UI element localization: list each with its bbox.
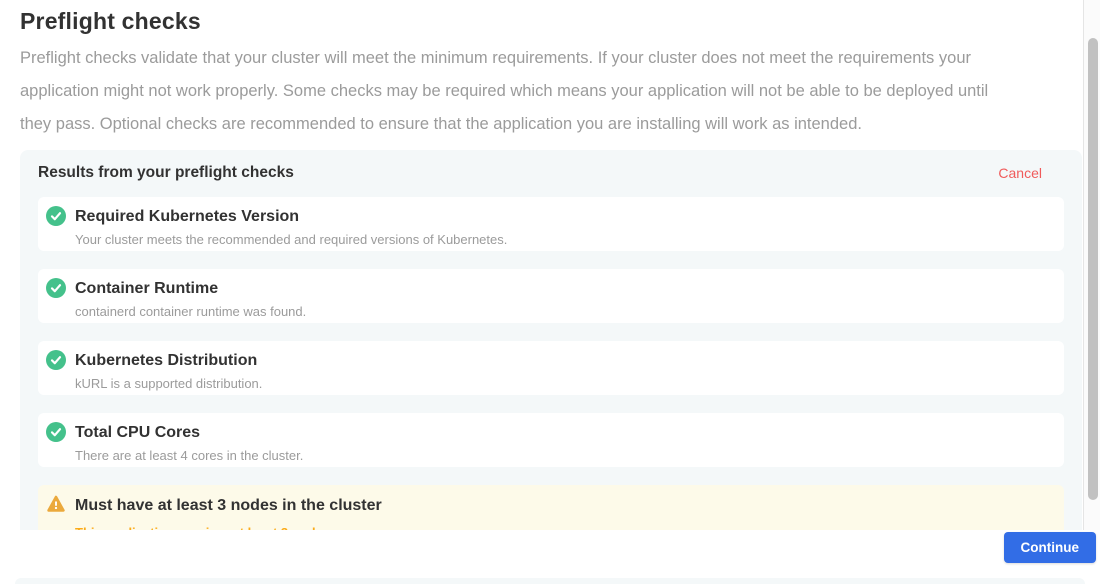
- description-line: Preflight checks validate that your clus…: [20, 42, 1082, 75]
- footer-bar: Continue: [0, 530, 1100, 584]
- warning-triangle-icon: [46, 494, 66, 514]
- check-card: Kubernetes Distribution kURL is a suppor…: [38, 341, 1064, 395]
- page-description: Preflight checks validate that your clus…: [20, 42, 1082, 141]
- preflight-page: Preflight checks Preflight checks valida…: [0, 8, 1082, 530]
- page-title: Preflight checks: [20, 8, 1082, 35]
- check-title: Kubernetes Distribution: [75, 351, 1052, 371]
- check-card: Required Kubernetes Version Your cluster…: [38, 197, 1064, 251]
- check-card: Total CPU Cores There are at least 4 cor…: [38, 413, 1064, 467]
- check-list: Required Kubernetes Version Your cluster…: [38, 197, 1064, 530]
- check-title: Required Kubernetes Version: [75, 207, 1052, 227]
- check-circle-icon: [46, 350, 66, 370]
- next-section-edge: [15, 578, 1085, 584]
- check-card: Must have at least 3 nodes in the cluste…: [38, 485, 1064, 530]
- scroll-viewport: Preflight checks Preflight checks valida…: [0, 0, 1083, 530]
- continue-button[interactable]: Continue: [1004, 532, 1097, 563]
- check-circle-icon: [46, 278, 66, 298]
- description-line: they pass. Optional checks are recommend…: [20, 108, 1082, 141]
- check-card: Container Runtime containerd container r…: [38, 269, 1064, 323]
- results-heading: Results from your preflight checks: [38, 164, 294, 182]
- check-circle-icon: [46, 422, 66, 442]
- check-title: Container Runtime: [75, 279, 1052, 299]
- scrollbar-thumb[interactable]: [1088, 38, 1098, 500]
- check-title: Must have at least 3 nodes in the cluste…: [75, 496, 1052, 516]
- check-detail: kURL is a supported distribution.: [75, 376, 1052, 392]
- check-title: Total CPU Cores: [75, 423, 1052, 443]
- scrollbar[interactable]: [1083, 0, 1100, 530]
- cancel-button[interactable]: Cancel: [998, 165, 1042, 181]
- panel-header: Results from your preflight checks Cance…: [38, 164, 1064, 182]
- check-detail: containerd container runtime was found.: [75, 304, 1052, 320]
- check-circle-icon: [46, 206, 66, 226]
- check-detail: There are at least 4 cores in the cluste…: [75, 448, 1052, 464]
- description-line: application might not work properly. Som…: [20, 75, 1082, 108]
- preflight-results-panel: Results from your preflight checks Cance…: [20, 150, 1082, 530]
- check-detail: Your cluster meets the recommended and r…: [75, 232, 1052, 248]
